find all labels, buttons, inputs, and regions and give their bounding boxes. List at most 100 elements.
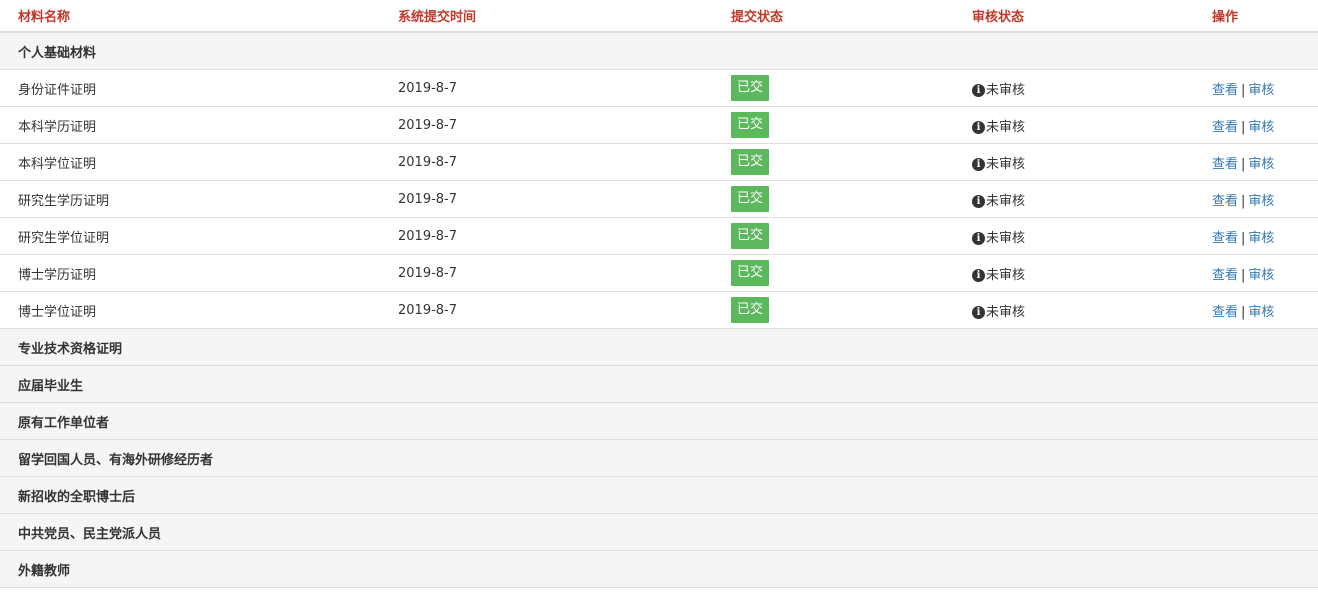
material-name: 研究生学位证明	[0, 217, 380, 255]
review-link[interactable]: 审核	[1248, 194, 1274, 209]
submit-status-cell: 已交	[713, 180, 954, 218]
action-cell: 查看 | 审核	[1194, 291, 1318, 329]
submit-time: 2019-8-7	[380, 180, 713, 218]
group-title: 留学回国人员、有海外研修经历者	[0, 439, 1318, 477]
submit-time: 2019-8-7	[380, 217, 713, 255]
view-link[interactable]: 查看	[1212, 157, 1238, 172]
submit-time: 2019-8-7	[380, 69, 713, 107]
group-title: 外籍教师	[0, 550, 1318, 588]
group-title: 原有工作单位者	[0, 402, 1318, 440]
group-title: 新招收的全职博士后	[0, 476, 1318, 514]
review-link[interactable]: 审核	[1248, 268, 1274, 283]
review-link[interactable]: 审核	[1248, 83, 1274, 98]
column-header-submit-status: 提交状态	[713, 0, 954, 33]
submit-status-badge: 已交	[731, 223, 770, 249]
action-separator: |	[1241, 82, 1246, 98]
review-status-cell: i 未审核	[954, 291, 1194, 329]
group-row: 个人基础材料	[0, 32, 1318, 70]
action-separator: |	[1241, 193, 1246, 209]
table-row: 身份证件证明 2019-8-7 已交 i 未审核 查看 | 审核	[0, 69, 1318, 107]
submit-status-cell: 已交	[713, 254, 954, 292]
review-link[interactable]: 审核	[1248, 157, 1274, 172]
action-cell: 查看 | 审核	[1194, 254, 1318, 292]
review-status-cell: i 未审核	[954, 217, 1194, 255]
table-row: 研究生学历证明 2019-8-7 已交 i 未审核 查看 | 审核	[0, 180, 1318, 218]
review-status-text: 未审核	[986, 304, 1026, 320]
review-status-text: 未审核	[986, 119, 1026, 135]
review-status-cell: i 未审核	[954, 106, 1194, 144]
submit-status-badge: 已交	[731, 112, 770, 138]
group-row: 专业技术资格证明	[0, 328, 1318, 366]
table-row: 研究生学位证明 2019-8-7 已交 i 未审核 查看 | 审核	[0, 217, 1318, 255]
table-body: 个人基础材料 身份证件证明 2019-8-7 已交 i 未审核 查看 | 审核 本科学历证明 201…	[0, 32, 1318, 588]
column-header-action: 操作	[1194, 0, 1318, 33]
review-status-cell: i 未审核	[954, 180, 1194, 218]
table-header: 材料名称 系统提交时间 提交状态 审核状态 操作	[0, 0, 1318, 33]
action-separator: |	[1241, 119, 1246, 135]
material-name: 博士学位证明	[0, 291, 380, 329]
action-cell: 查看 | 审核	[1194, 143, 1318, 181]
table-row: 本科学历证明 2019-8-7 已交 i 未审核 查看 | 审核	[0, 106, 1318, 144]
review-status-text: 未审核	[986, 156, 1026, 172]
submit-status-cell: 已交	[713, 143, 954, 181]
view-link[interactable]: 查看	[1212, 305, 1238, 320]
review-link[interactable]: 审核	[1248, 231, 1274, 246]
review-status-cell: i 未审核	[954, 254, 1194, 292]
view-link[interactable]: 查看	[1212, 120, 1238, 135]
info-circle-icon: i	[972, 194, 985, 208]
submit-status-badge: 已交	[731, 297, 770, 323]
materials-table: 材料名称 系统提交时间 提交状态 审核状态 操作 个人基础材料 身份证件证明 201…	[0, 0, 1318, 588]
header-row: 材料名称 系统提交时间 提交状态 审核状态 操作	[0, 0, 1318, 33]
submit-status-badge: 已交	[731, 260, 770, 286]
view-link[interactable]: 查看	[1212, 268, 1238, 283]
view-link[interactable]: 查看	[1212, 83, 1238, 98]
submit-time: 2019-8-7	[380, 291, 713, 329]
review-status-text: 未审核	[986, 193, 1026, 209]
action-separator: |	[1241, 156, 1246, 172]
group-title: 中共党员、民主党派人员	[0, 513, 1318, 551]
group-title: 专业技术资格证明	[0, 328, 1318, 366]
info-circle-icon: i	[972, 305, 985, 319]
action-cell: 查看 | 审核	[1194, 106, 1318, 144]
group-row: 原有工作单位者	[0, 402, 1318, 440]
review-status-text: 未审核	[986, 82, 1026, 98]
info-circle-icon: i	[972, 268, 985, 282]
action-cell: 查看 | 审核	[1194, 217, 1318, 255]
group-row: 外籍教师	[0, 550, 1318, 588]
view-link[interactable]: 查看	[1212, 194, 1238, 209]
review-status-text: 未审核	[986, 267, 1026, 283]
review-status-cell: i 未审核	[954, 69, 1194, 107]
review-link[interactable]: 审核	[1248, 305, 1274, 320]
review-status-text: 未审核	[986, 230, 1026, 246]
column-header-name: 材料名称	[0, 0, 380, 33]
action-cell: 查看 | 审核	[1194, 69, 1318, 107]
submit-time: 2019-8-7	[380, 143, 713, 181]
table-row: 本科学位证明 2019-8-7 已交 i 未审核 查看 | 审核	[0, 143, 1318, 181]
review-link[interactable]: 审核	[1248, 120, 1274, 135]
table-row: 博士学历证明 2019-8-7 已交 i 未审核 查看 | 审核	[0, 254, 1318, 292]
action-separator: |	[1241, 267, 1246, 283]
submit-time: 2019-8-7	[380, 254, 713, 292]
action-separator: |	[1241, 304, 1246, 320]
material-name: 博士学历证明	[0, 254, 380, 292]
submit-status-cell: 已交	[713, 217, 954, 255]
submit-status-cell: 已交	[713, 69, 954, 107]
submit-status-badge: 已交	[731, 186, 770, 212]
info-circle-icon: i	[972, 120, 985, 134]
group-title: 个人基础材料	[0, 32, 1318, 70]
info-circle-icon: i	[972, 231, 985, 245]
info-circle-icon: i	[972, 157, 985, 171]
submit-status-badge: 已交	[731, 75, 770, 101]
material-name: 本科学历证明	[0, 106, 380, 144]
info-circle-icon: i	[972, 83, 985, 97]
view-link[interactable]: 查看	[1212, 231, 1238, 246]
submit-status-cell: 已交	[713, 291, 954, 329]
table-row: 博士学位证明 2019-8-7 已交 i 未审核 查看 | 审核	[0, 291, 1318, 329]
submit-status-cell: 已交	[713, 106, 954, 144]
material-name: 研究生学历证明	[0, 180, 380, 218]
review-status-cell: i 未审核	[954, 143, 1194, 181]
group-row: 留学回国人员、有海外研修经历者	[0, 439, 1318, 477]
group-title: 应届毕业生	[0, 365, 1318, 403]
group-row: 应届毕业生	[0, 365, 1318, 403]
column-header-review-status: 审核状态	[954, 0, 1194, 33]
